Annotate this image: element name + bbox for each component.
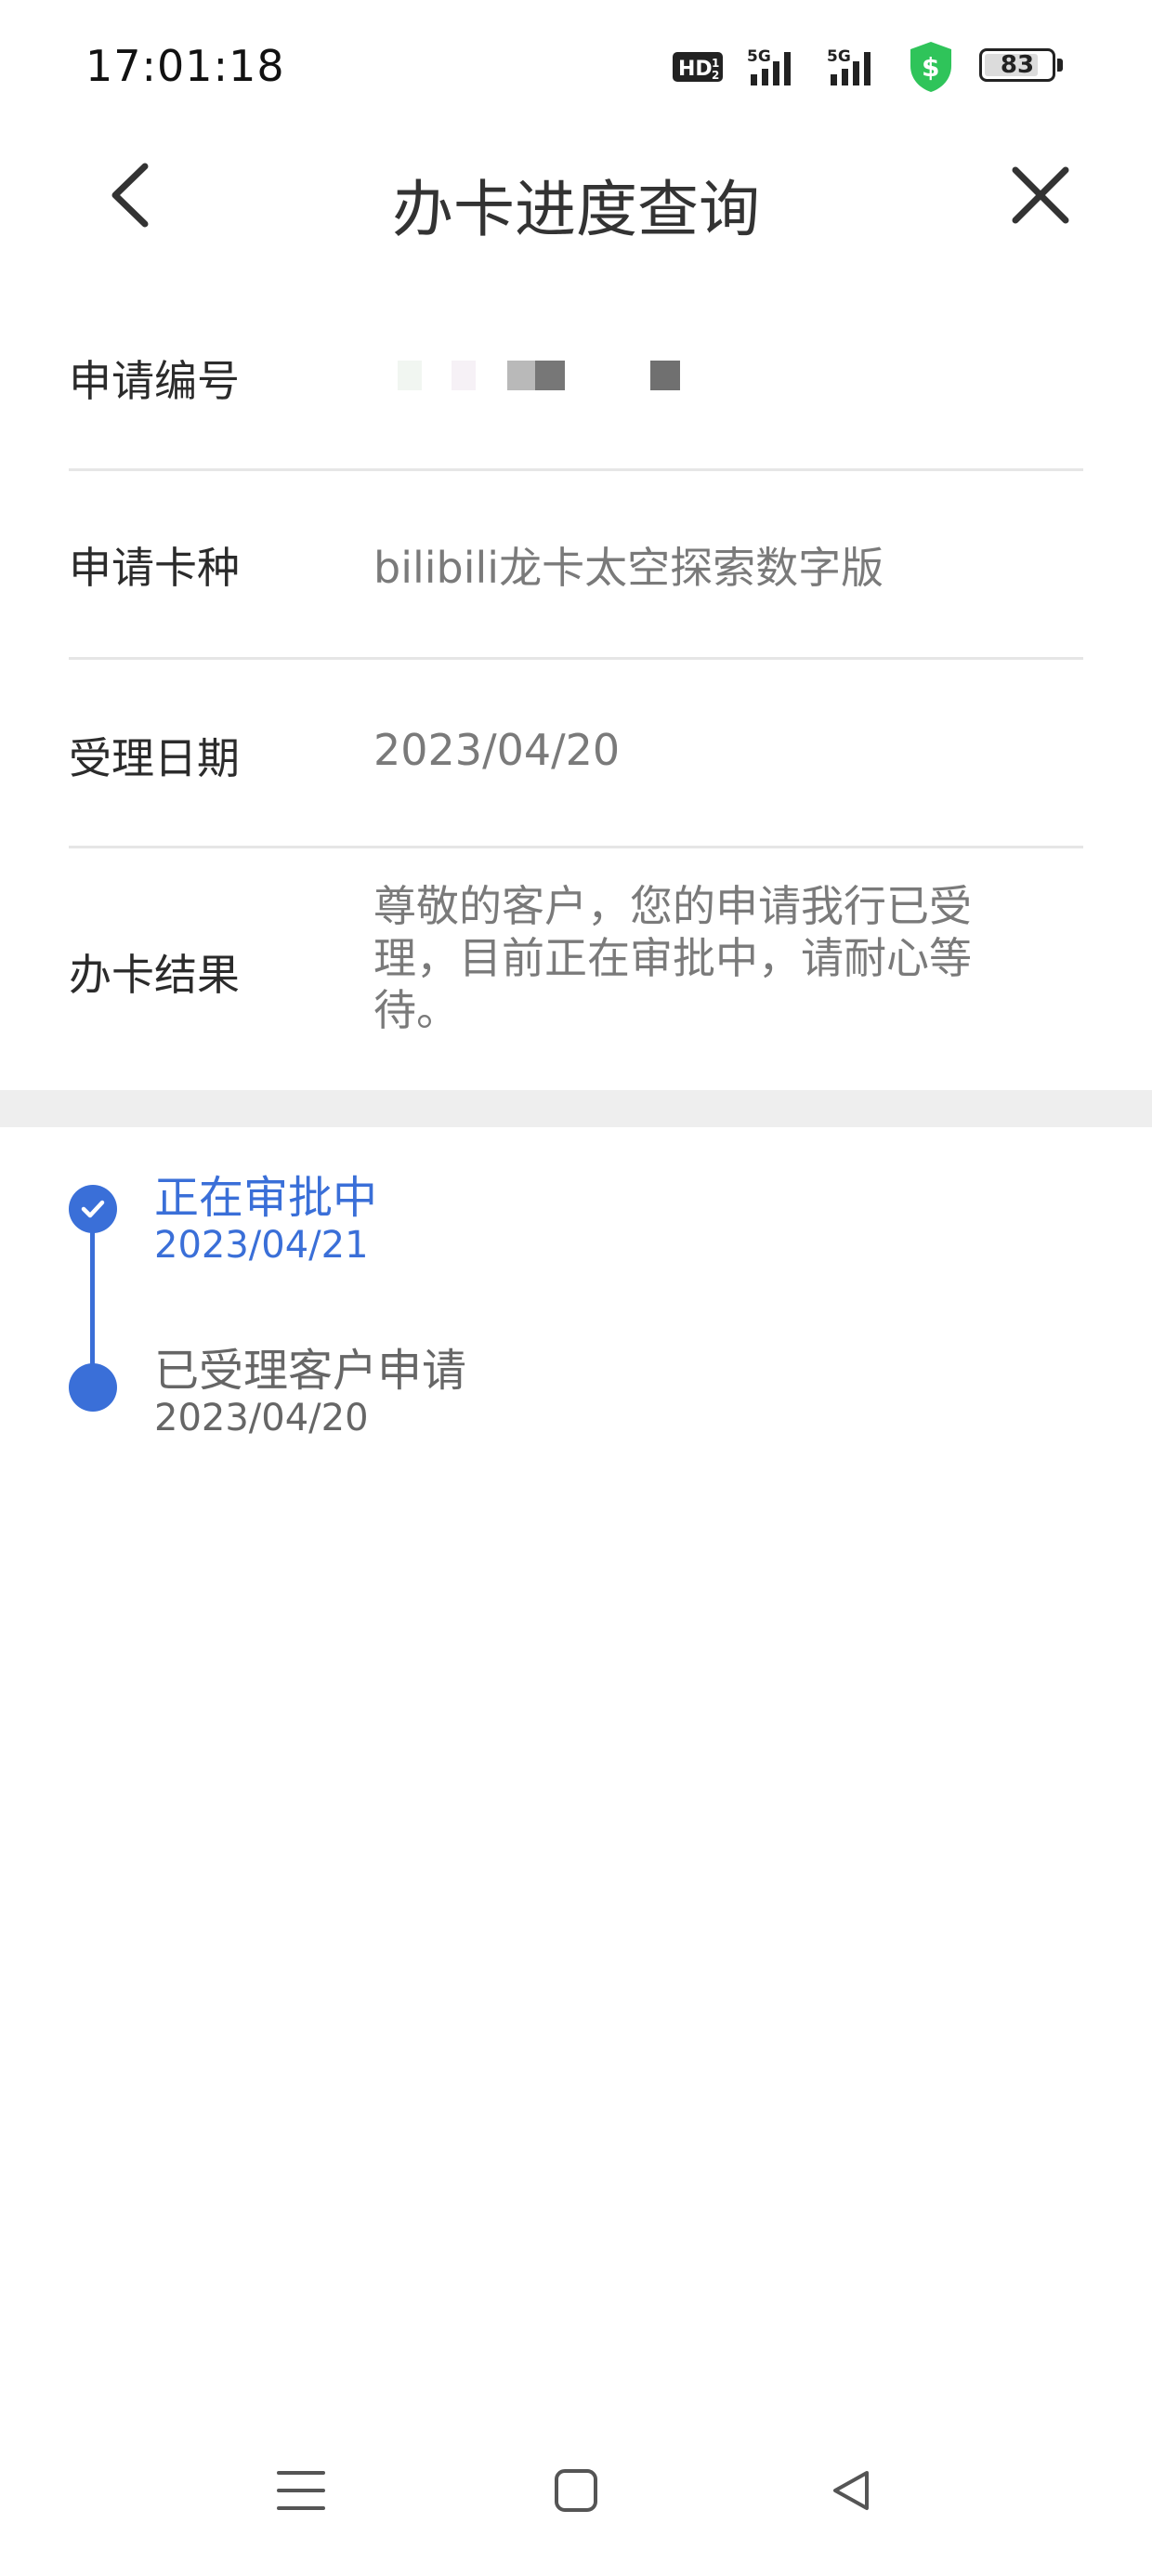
- svg-text:$: $: [922, 52, 939, 83]
- timeline-step-title: 正在审批中: [154, 1172, 378, 1224]
- battery-icon: 83: [979, 48, 1067, 85]
- svg-text:1: 1: [712, 57, 719, 70]
- card-type-row: 申请卡种 bilibili龙卡太空探索数字版: [69, 471, 1083, 660]
- svg-text:5G: 5G: [827, 47, 851, 66]
- result-value: 尊敬的客户，您的申请我行已受理，目前正在审批中，请耐心等待。: [373, 881, 972, 1035]
- 5g-signal-icon: 5G: [827, 46, 883, 87]
- hd-voice-icon: HD 1 2: [673, 50, 723, 84]
- accept-date-value: 2023/04/20: [373, 725, 621, 775]
- card-type-value: bilibili龙卡太空探索数字版: [373, 543, 884, 593]
- card-type-label: 申请卡种: [69, 543, 240, 593]
- close-button[interactable]: [1003, 156, 1078, 234]
- system-navigation-bar: [0, 2453, 1152, 2546]
- accept-date-label: 受理日期: [69, 733, 240, 783]
- battery-level: 83: [1000, 51, 1035, 79]
- timeline-step-date: 2023/04/21: [154, 1224, 369, 1267]
- section-separator: [0, 1090, 1152, 1127]
- svg-text:2: 2: [712, 69, 719, 82]
- timeline-step-title: 已受理客户申请: [154, 1345, 467, 1397]
- result-label: 办卡结果: [69, 950, 240, 1000]
- svg-text:5G: 5G: [747, 47, 771, 66]
- home-icon: [555, 2469, 597, 2512]
- status-bar: 17:01:18 HD 1 2 5G 5G $ 83: [0, 0, 1152, 139]
- menu-icon: [277, 2471, 325, 2510]
- accept-date-row: 受理日期 2023/04/20: [69, 660, 1083, 848]
- menu-button[interactable]: [264, 2453, 338, 2528]
- system-back-button[interactable]: [814, 2453, 888, 2528]
- page-title: 办卡进度查询: [392, 174, 760, 245]
- result-row: 办卡结果 尊敬的客户，您的申请我行已受理，目前正在审批中，请耐心等待。: [69, 848, 1083, 1090]
- status-time: 17:01:18: [85, 41, 285, 91]
- status-icons: HD 1 2 5G 5G $ 83: [673, 39, 1067, 95]
- svg-text:HD: HD: [678, 58, 713, 81]
- close-icon: [1012, 166, 1069, 224]
- check-circle-icon: [69, 1185, 117, 1233]
- security-shield-icon: $: [907, 40, 955, 94]
- timeline-step-date: 2023/04/20: [154, 1397, 369, 1439]
- nav-bar: 办卡进度查询: [0, 139, 1152, 251]
- application-number-label: 申请编号: [69, 356, 240, 406]
- 5g-signal-icon: 5G: [747, 46, 803, 87]
- home-button[interactable]: [539, 2453, 613, 2528]
- timeline-dot-icon: [69, 1363, 117, 1412]
- application-number-row: 申请编号: [69, 281, 1083, 471]
- back-triangle-icon: [833, 2471, 869, 2510]
